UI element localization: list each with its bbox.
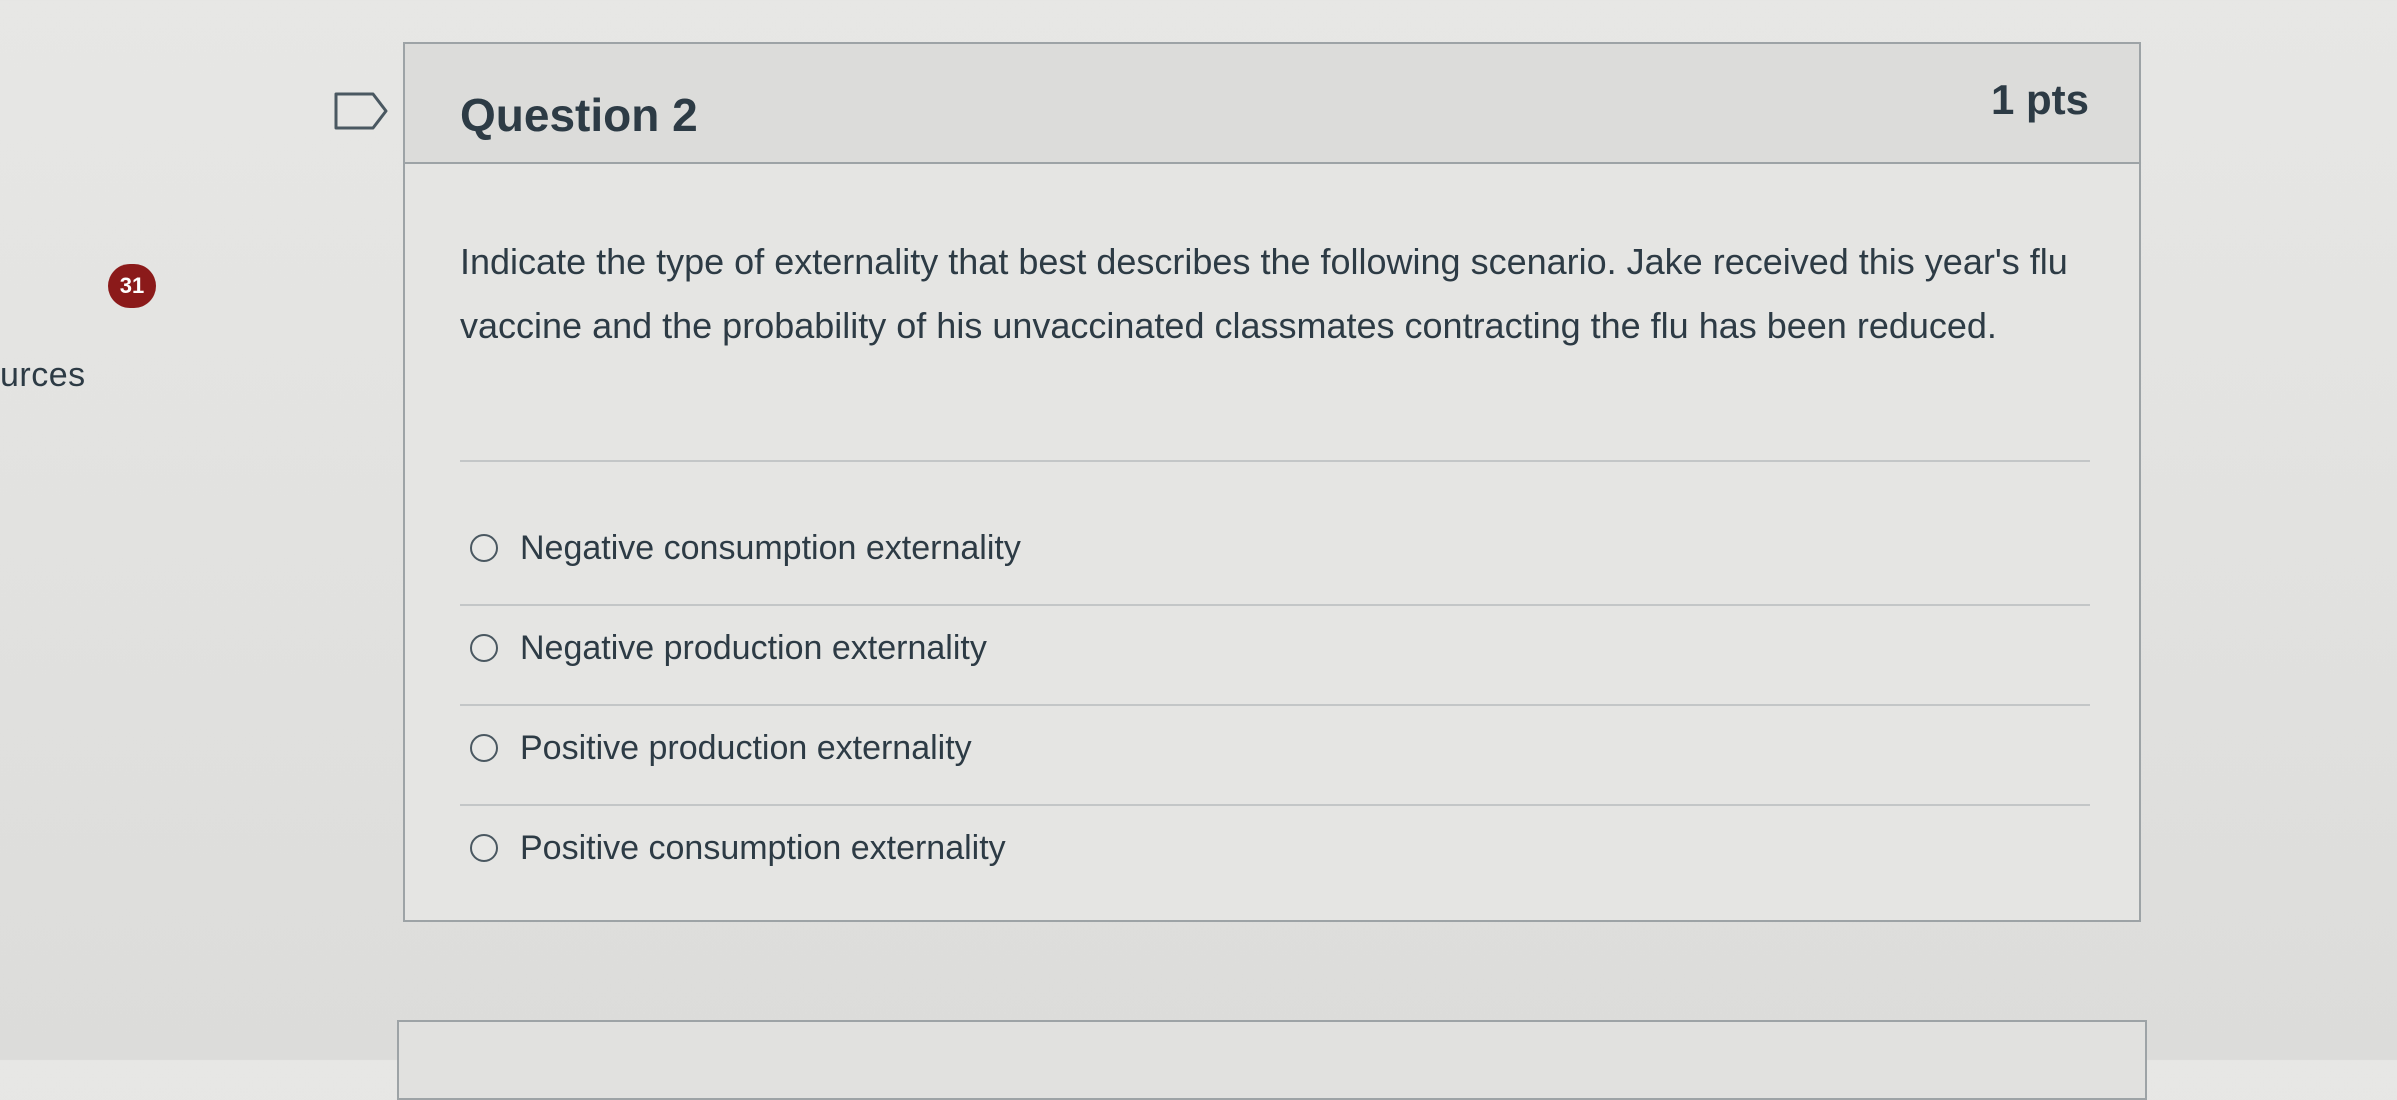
divider <box>460 604 2090 606</box>
answer-label: Positive consumption externality <box>520 828 1006 867</box>
answer-option[interactable]: Positive consumption externality <box>470 823 1006 873</box>
question-card: Question 2 1 pts Indicate the type of ex… <box>403 42 2141 922</box>
radio-circle-icon[interactable] <box>470 834 498 862</box>
answer-label: Negative consumption externality <box>520 528 1021 567</box>
answer-option[interactable]: Positive production externality <box>470 723 972 773</box>
question-points: 1 pts <box>1990 76 2089 123</box>
answer-option[interactable]: Negative consumption externality <box>470 523 1021 573</box>
question-title: Question 2 <box>460 89 698 141</box>
question-header: Question 2 1 pts <box>405 44 2139 164</box>
answer-option[interactable]: Negative production externality <box>470 623 987 673</box>
radio-circle-icon[interactable] <box>470 534 498 562</box>
sidebar-resources-link[interactable]: urces <box>0 356 86 395</box>
flag-question-icon[interactable] <box>333 91 389 131</box>
notification-count-badge[interactable]: 31 <box>108 264 156 308</box>
answer-label: Positive production externality <box>520 728 972 767</box>
radio-circle-icon[interactable] <box>470 634 498 662</box>
radio-circle-icon[interactable] <box>470 734 498 762</box>
question-text: Indicate the type of externality that be… <box>460 241 2068 346</box>
answer-label: Negative production externality <box>520 628 987 667</box>
next-question-card <box>397 1020 2147 1100</box>
divider <box>460 704 2090 706</box>
divider <box>460 460 2090 462</box>
divider <box>460 804 2090 806</box>
